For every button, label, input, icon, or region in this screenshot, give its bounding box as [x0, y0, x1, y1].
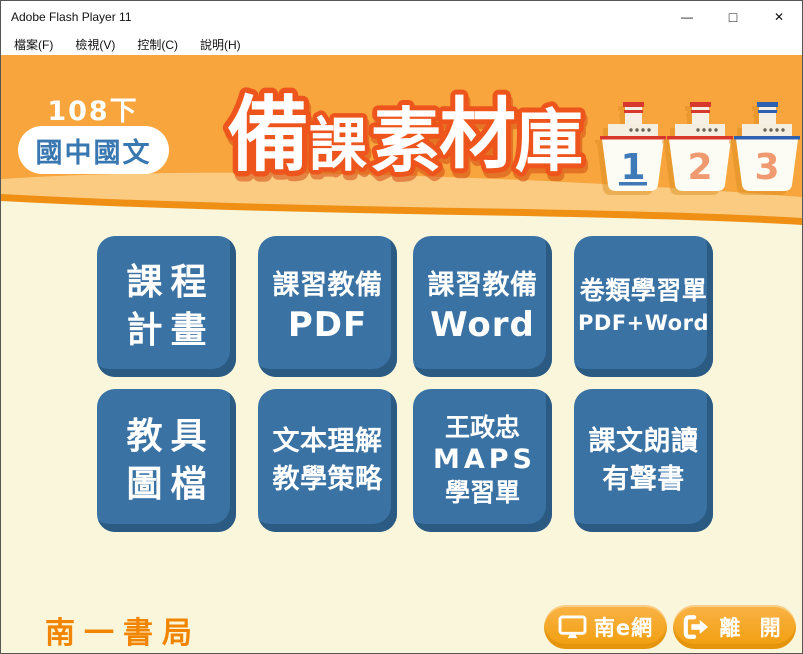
exit-icon	[682, 614, 710, 640]
window-title: Adobe Flash Player 11	[1, 10, 664, 24]
tile-label: 課習教備	[428, 267, 538, 304]
menu-file[interactable]: 檔案(F)	[3, 34, 64, 55]
exit-button[interactable]: 離 開	[673, 605, 796, 649]
title-char-2: 課	[309, 111, 367, 179]
tile-label: 課文朗讀	[589, 423, 699, 460]
semester-label: 108下	[18, 89, 168, 128]
exit-label: 離 開	[717, 612, 786, 642]
nane-web-button[interactable]: 南e網	[544, 605, 667, 649]
title-char-5: 庫	[515, 103, 583, 182]
tile-label: 王政忠	[445, 412, 520, 445]
title-char-1: 備	[227, 88, 309, 183]
menu-view[interactable]: 檢視(V)	[64, 34, 126, 55]
title-char-3: 素	[371, 100, 441, 182]
tile-audio-book[interactable]: 課文朗讀 有聲書	[574, 389, 713, 532]
flash-stage: 108下 國中國文 備 課 素 材 庫	[1, 55, 802, 654]
tile-label: 計畫	[118, 307, 214, 355]
tile-teaching-aid-images[interactable]: 教具 圖檔	[97, 389, 236, 532]
ship-funnel	[625, 105, 642, 124]
tile-workbook-pdf[interactable]: 課習教備 PDF	[258, 236, 397, 377]
volume-1-underline	[619, 182, 647, 186]
tile-label: 有聲書	[602, 461, 685, 498]
volume-number-3: 3	[754, 147, 779, 188]
window-controls: — □ ✕	[664, 1, 802, 33]
tile-label: Word	[430, 305, 535, 346]
nane-web-label: 南e網	[594, 612, 653, 642]
title-bar: Adobe Flash Player 11 — □ ✕	[1, 1, 802, 33]
menu-control[interactable]: 控制(C)	[126, 34, 189, 55]
volume-number-2: 2	[687, 147, 712, 188]
app-title: 備 課 素 材 庫	[221, 67, 606, 185]
tile-label: 學習單	[445, 477, 520, 510]
tile-worksheets-pdf-word[interactable]: 卷類學習單 PDF+Word	[574, 236, 713, 377]
minimize-button[interactable]: —	[664, 1, 710, 33]
volume-number-1: 1	[620, 147, 645, 188]
tile-label: PDF	[288, 305, 367, 346]
subject-badge: 國中國文	[18, 126, 169, 174]
flash-player-window: Adobe Flash Player 11 — □ ✕ 檔案(F) 檢視(V) …	[0, 0, 803, 654]
tile-label: 教學策略	[273, 461, 383, 498]
tile-label: 文本理解	[273, 423, 383, 460]
maximize-button[interactable]: □	[710, 1, 756, 33]
subject-badge-label: 國中國文	[36, 131, 152, 170]
tile-maps-worksheet[interactable]: 王政忠 MAPS 學習單	[413, 389, 552, 532]
tile-label: 課程	[118, 259, 214, 307]
title-char-4: 材	[439, 91, 516, 180]
tile-label: 教具	[118, 413, 214, 461]
tile-label: 課習教備	[273, 267, 383, 304]
menu-bar: 檔案(F) 檢視(V) 控制(C) 說明(H)	[1, 33, 802, 55]
tile-text-comprehension[interactable]: 文本理解 教學策略	[258, 389, 397, 532]
tile-label: PDF+Word	[578, 308, 709, 340]
close-button[interactable]: ✕	[756, 1, 802, 33]
tile-label: 圖檔	[118, 461, 214, 509]
volume-ship-2[interactable]: 2	[667, 101, 733, 193]
ship-funnel	[692, 105, 709, 124]
monitor-icon	[558, 615, 587, 640]
volume-ship-3[interactable]: 3	[734, 101, 800, 193]
tile-label: MAPS	[429, 444, 536, 476]
menu-help[interactable]: 說明(H)	[189, 34, 252, 55]
tile-workbook-word[interactable]: 課習教備 Word	[413, 236, 552, 377]
volume-ship-1[interactable]: 1	[600, 101, 666, 193]
publisher-logo: 南一書局	[45, 608, 201, 652]
tile-label: 卷類學習單	[580, 273, 708, 308]
tile-course-plan[interactable]: 課程 計畫	[97, 236, 236, 377]
ship-funnel	[759, 105, 776, 124]
